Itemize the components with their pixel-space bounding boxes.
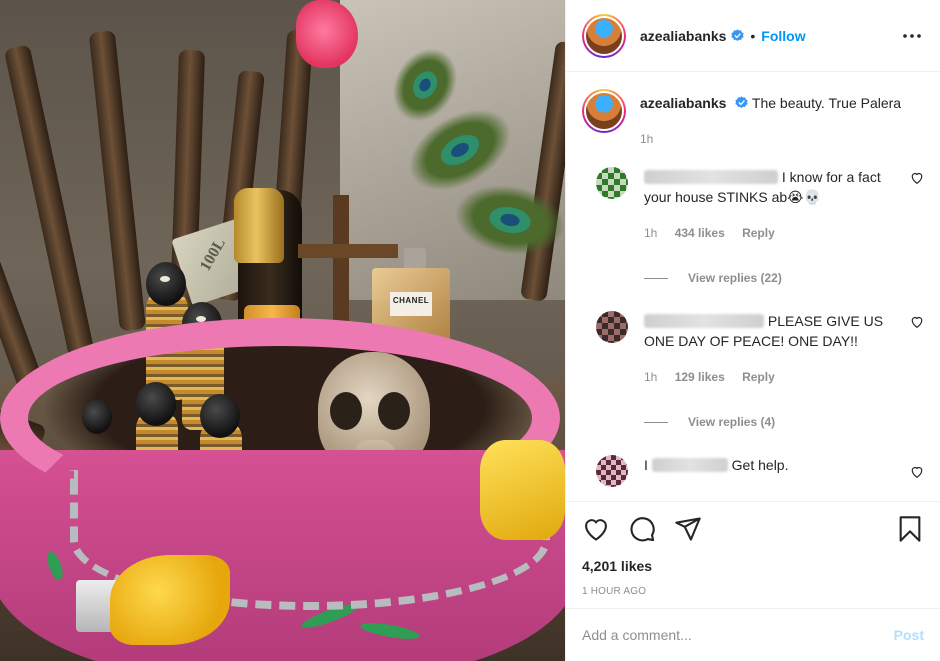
likes-count[interactable]: 4,201 likes (582, 558, 924, 574)
heart-icon[interactable] (910, 315, 924, 329)
comment-time: 1h (644, 226, 658, 240)
comment-icon[interactable] (628, 515, 656, 543)
caption-username[interactable]: azealiabanks (640, 95, 726, 111)
reply-button[interactable]: Reply (742, 226, 775, 240)
heart-icon[interactable] (910, 171, 924, 185)
view-replies-button[interactable]: View replies (22) (644, 271, 924, 285)
heart-icon[interactable] (910, 465, 924, 479)
comment-item: I Get help. (582, 455, 924, 487)
heart-icon[interactable] (582, 515, 610, 543)
blurred-username[interactable] (651, 458, 728, 472)
commenter-avatar[interactable] (596, 167, 628, 199)
view-replies-line (644, 421, 668, 423)
blurred-username[interactable] (644, 314, 764, 328)
image-stick (88, 30, 146, 332)
comments-list[interactable]: azealiabanks The beauty. True Palera 1h … (566, 73, 940, 501)
bookmark-icon[interactable] (896, 515, 924, 543)
comment-text: Get help. (731, 457, 789, 473)
blurred-username[interactable] (644, 170, 778, 184)
caption-avatar[interactable] (584, 91, 624, 131)
comment-body: I Get help. (644, 455, 884, 487)
view-replies-label: View replies (22) (688, 271, 782, 285)
post-sidebar: azealiabanks • Follow azealiabanks The b… (565, 0, 940, 661)
instagram-post: 100L CHANEL azealiabanks • Follow azeali… (0, 0, 940, 661)
yellow-ribbon (110, 555, 230, 645)
more-options-icon[interactable] (900, 24, 924, 48)
post-header: azealiabanks • Follow (566, 0, 940, 72)
caption-time: 1h (640, 132, 654, 146)
comment-input[interactable] (582, 627, 894, 643)
comment-likes[interactable]: 129 likes (675, 370, 725, 384)
comment-body: PLEASE GIVE US ONE DAY OF PEACE! ONE DAY… (644, 311, 884, 387)
post-comment-button[interactable]: Post (894, 627, 924, 643)
author-username[interactable]: azealiabanks (640, 28, 726, 44)
comment-meta: 1h 129 likes Reply (644, 367, 884, 387)
figure-eye (160, 276, 170, 282)
comment-time: 1h (644, 370, 658, 384)
separator-dot: • (750, 27, 756, 44)
crucifix-bar (298, 244, 398, 258)
share-icon[interactable] (674, 515, 702, 543)
comment-item: PLEASE GIVE US ONE DAY OF PEACE! ONE DAY… (582, 311, 924, 387)
perfume-label-text: CHANEL (392, 296, 430, 305)
figure-head (146, 262, 186, 306)
action-icons (582, 514, 924, 544)
post-image[interactable]: 100L CHANEL (0, 0, 565, 661)
author-avatar[interactable] (584, 15, 624, 56)
caption-body: azealiabanks The beauty. True Palera 1h (640, 93, 910, 149)
post-caption: azealiabanks The beauty. True Palera 1h (582, 89, 924, 149)
comment-meta: 1h 434 likes Reply (644, 223, 884, 243)
comment-composer: Post (566, 608, 940, 661)
post-timestamp[interactable]: 1 hour ago (582, 586, 924, 597)
follow-button[interactable]: Follow (761, 28, 805, 44)
view-replies-label: View replies (4) (688, 415, 776, 429)
view-replies-button[interactable]: View replies (4) (644, 415, 924, 429)
reply-button[interactable]: Reply (742, 370, 775, 384)
verified-icon (735, 96, 748, 109)
verified-icon (731, 29, 745, 42)
champagne-foil (234, 188, 284, 263)
caption-text: The beauty. True Palera (751, 95, 902, 111)
comment-body: I know for a fact your house STINKS ab😭💀… (644, 167, 884, 243)
pink-rose (296, 0, 358, 68)
view-replies-line (644, 277, 668, 279)
comment-likes[interactable]: 434 likes (675, 226, 725, 240)
commenter-avatar[interactable] (596, 455, 628, 487)
yellow-cloth (480, 440, 565, 540)
comment-text-prefix: I (644, 457, 648, 473)
caption-avatar-ring[interactable] (582, 89, 626, 133)
comment-item: I know for a fact your house STINKS ab😭💀… (582, 167, 924, 243)
commenter-avatar[interactable] (596, 311, 628, 343)
post-actions: 4,201 likes 1 hour ago (566, 501, 940, 597)
author-avatar-ring[interactable] (582, 13, 626, 58)
